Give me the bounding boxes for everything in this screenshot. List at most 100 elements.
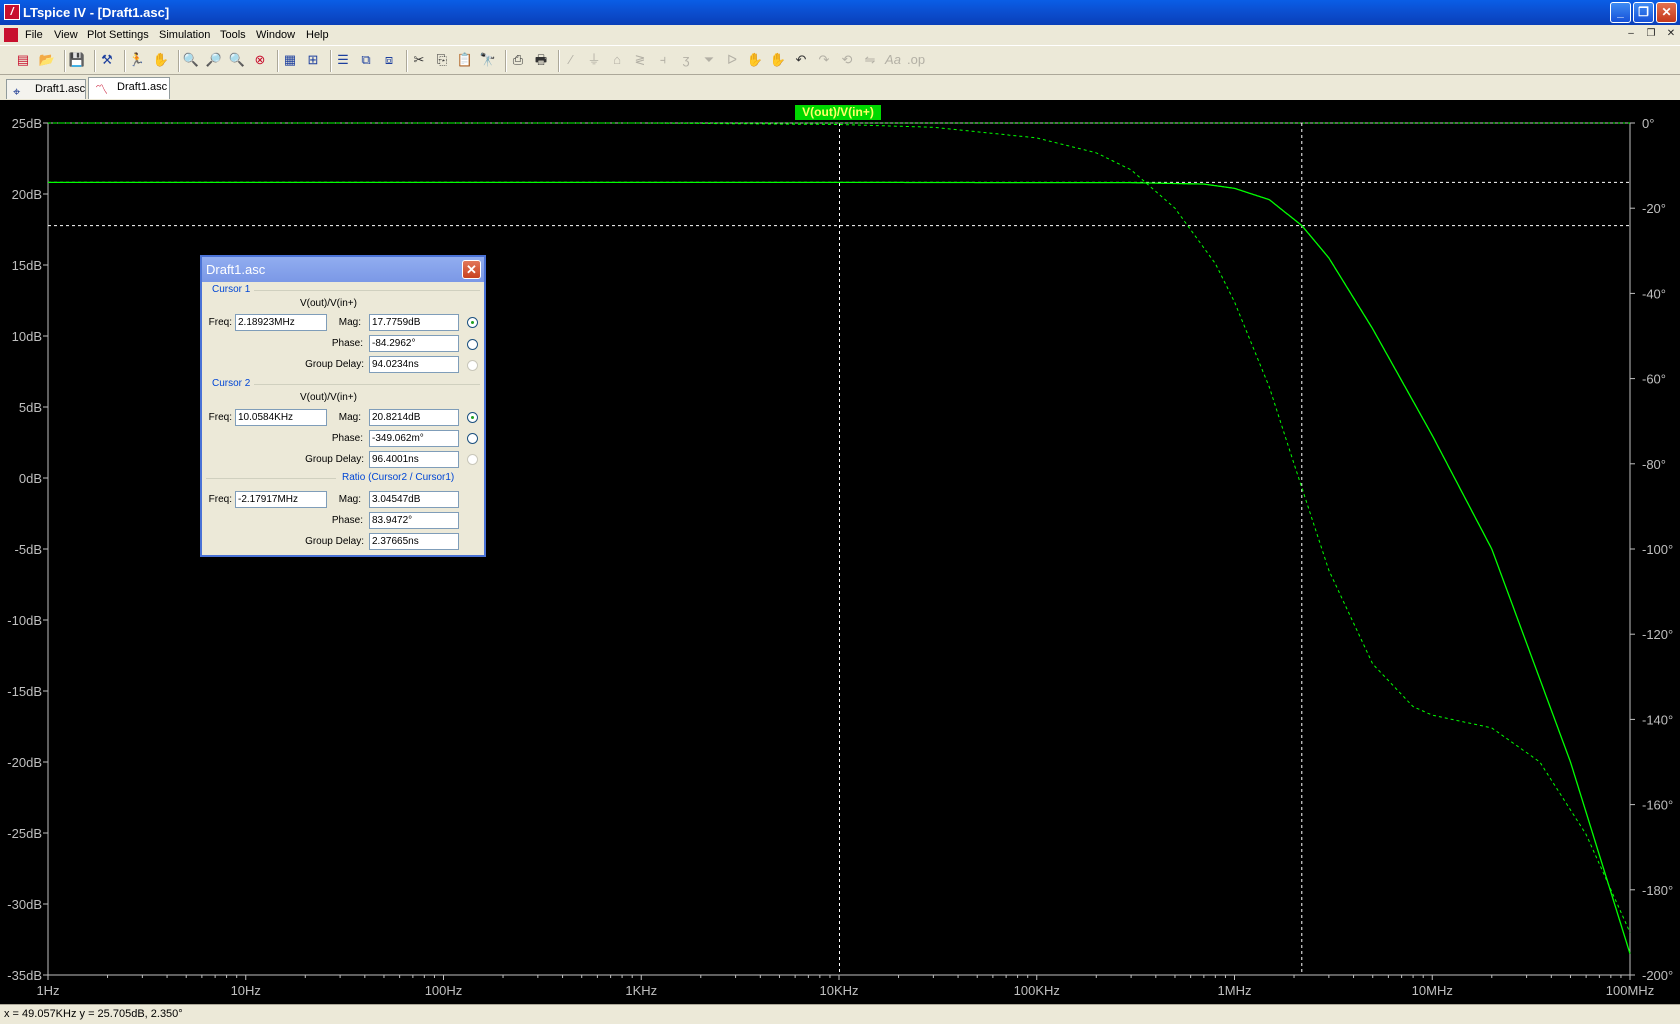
ratio-freq-field[interactable]: -2.17917MHz — [235, 491, 327, 508]
cursor2-phase-field[interactable]: -349.062m° — [369, 430, 459, 447]
y-right-tick-label: 0° — [1642, 116, 1654, 131]
close-button[interactable]: ✕ — [1656, 2, 1677, 23]
cursor1-freq-field[interactable]: 2.18923MHz — [235, 314, 327, 331]
tab-waveform[interactable]: 〽 Draft1.asc — [88, 77, 170, 99]
dialog-title: Draft1.asc — [206, 262, 266, 277]
mdi-close-button[interactable]: ✕ — [1664, 28, 1678, 40]
cursor1-mag-field[interactable]: 17.7759dB — [369, 314, 459, 331]
control-panel-icon[interactable]: ⚒ — [98, 51, 116, 69]
ratio-phase-field[interactable]: 83.9472° — [369, 512, 459, 529]
y-right-tick-label: -20° — [1642, 201, 1666, 216]
cursor2-mag-radio[interactable] — [467, 412, 478, 423]
y-right-tick-label: -160° — [1642, 798, 1673, 813]
trace-label[interactable]: V(out)/V(in+) — [802, 105, 874, 119]
menu-tools[interactable]: Tools — [220, 29, 246, 41]
resistor-icon[interactable]: ≷ — [631, 51, 649, 69]
mdi-restore-button[interactable]: ❐ — [1644, 28, 1658, 40]
restore-button[interactable]: ❐ — [1633, 2, 1654, 23]
text-icon[interactable]: Aa — [884, 51, 902, 69]
cascade-icon[interactable]: ⧉ — [357, 51, 375, 69]
new-schematic-icon[interactable]: ▤ — [14, 51, 32, 69]
ltspice-app-icon[interactable]: / — [4, 4, 20, 20]
manual-limits-icon[interactable]: ⊞ — [304, 51, 322, 69]
cursor1-group-delay-field[interactable]: 94.0234ns — [369, 356, 459, 373]
drag-hand-icon[interactable]: ✋ — [769, 51, 787, 69]
menu-file[interactable]: File — [25, 29, 43, 41]
y-left-tick-label: -10dB — [7, 613, 42, 628]
copy-icon[interactable]: ⎘ — [433, 51, 451, 69]
cursor2-phase-radio[interactable] — [467, 433, 478, 444]
dialog-close-icon[interactable]: ✕ — [462, 260, 481, 279]
x-tick-label: 1MHz — [1218, 983, 1252, 998]
component-icon[interactable]: ᐅ — [723, 51, 741, 69]
paste-icon[interactable]: 📋 — [456, 51, 474, 69]
minimize-button[interactable]: _ — [1610, 2, 1631, 23]
document-icon[interactable] — [4, 28, 18, 42]
menu-help[interactable]: Help — [306, 29, 329, 41]
open-icon[interactable]: 📂 — [38, 51, 56, 69]
ratio-group-label: Ratio (Cursor2 / Cursor1) — [342, 472, 455, 483]
waveform-icon: 〽 — [95, 82, 109, 97]
diode-icon[interactable]: ⏷ — [700, 51, 718, 69]
cursor-position-readout: x = 49.057KHz y = 25.705dB, 2.350° — [4, 1008, 183, 1020]
print-icon[interactable]: 🖶 — [532, 51, 550, 69]
cursor2-group-delay-radio[interactable] — [467, 454, 478, 465]
ratio-freq-label: Freq: — [208, 494, 232, 505]
tab-schematic[interactable]: ⌖ Draft1.asc — [6, 79, 86, 99]
ground-icon[interactable]: ⏚ — [585, 51, 603, 69]
mirror-icon[interactable]: ⇋ — [861, 51, 879, 69]
menu-plot-settings[interactable]: Plot Settings — [87, 29, 149, 41]
cursor2-phase-label: Phase: — [331, 433, 363, 444]
zoom-out-icon[interactable]: 🔍 — [228, 51, 246, 69]
cursor1-phase-field[interactable]: -84.2962° — [369, 335, 459, 352]
cursor2-group-delay-field[interactable]: 96.4001ns — [369, 451, 459, 468]
move-hand-icon[interactable]: ✋ — [746, 51, 764, 69]
y-left-tick-label: -5dB — [15, 542, 42, 557]
cursor1-group-delay-radio[interactable] — [467, 360, 478, 371]
spice-directive-icon[interactable]: .op — [907, 51, 925, 69]
tile-horizontal-icon[interactable]: ☰ — [334, 51, 352, 69]
capacitor-icon[interactable]: ⫞ — [654, 51, 672, 69]
pan-icon[interactable]: 🔎 — [205, 51, 223, 69]
y-right-tick-label: -180° — [1642, 883, 1673, 898]
cursor-dialog[interactable]: Draft1.asc ✕ Cursor 1 V(out)/V(in+) Freq… — [200, 255, 486, 557]
cursor1-mag-radio[interactable] — [467, 317, 478, 328]
toolbar-separator — [505, 50, 507, 72]
group-divider — [254, 384, 480, 385]
save-icon[interactable]: 💾 — [68, 51, 86, 69]
zoom-in-icon[interactable]: 🔍 — [182, 51, 200, 69]
x-tick-label: 1KHz — [625, 983, 657, 998]
cursor2-freq-label: Freq: — [208, 412, 232, 423]
cursor1-phase-radio[interactable] — [467, 339, 478, 350]
close-window-icon[interactable]: ⧈ — [380, 51, 398, 69]
cursor2-freq-field[interactable]: 10.0584KHz — [235, 409, 327, 426]
ratio-mag-field[interactable]: 3.04547dB — [369, 491, 459, 508]
label-net-icon[interactable]: ⌂ — [608, 51, 626, 69]
dialog-title-bar[interactable]: Draft1.asc ✕ — [202, 257, 484, 282]
zoom-fit-icon[interactable]: ⊗ — [251, 51, 269, 69]
menu-view[interactable]: View — [54, 29, 78, 41]
halt-icon[interactable]: ✋ — [152, 51, 170, 69]
cut-icon[interactable]: ✂ — [410, 51, 428, 69]
print-setup-icon[interactable]: ⎙ — [509, 51, 527, 69]
toolbar-separator — [94, 50, 96, 72]
undo-icon[interactable]: ↶ — [792, 51, 810, 69]
x-tick-label: 100MHz — [1606, 983, 1654, 998]
mdi-minimize-button[interactable]: – — [1624, 28, 1638, 40]
find-icon[interactable]: 🔭 — [479, 51, 497, 69]
y-right-tick-label: -200° — [1642, 968, 1673, 983]
rotate-icon[interactable]: ⟲ — [838, 51, 856, 69]
menu-window[interactable]: Window — [256, 29, 295, 41]
autorange-icon[interactable]: ▦ — [281, 51, 299, 69]
ratio-group-delay-field[interactable]: 2.37665ns — [369, 533, 459, 550]
redo-icon[interactable]: ↷ — [815, 51, 833, 69]
run-icon[interactable]: 🏃 — [128, 51, 146, 69]
cursor2-mag-label: Mag: — [338, 412, 361, 423]
title-bar[interactable]: / LTspice IV - [Draft1.asc] _ ❐ ✕ — [0, 0, 1680, 25]
cursor2-mag-field[interactable]: 20.8214dB — [369, 409, 459, 426]
ratio-phase-label: Phase: — [331, 515, 363, 526]
inductor-icon[interactable]: ʒ — [677, 51, 695, 69]
menu-simulation[interactable]: Simulation — [159, 29, 210, 41]
draw-wire-icon[interactable]: ∕ — [562, 51, 580, 69]
document-tabs: ⌖ Draft1.asc 〽 Draft1.asc — [0, 75, 1680, 100]
